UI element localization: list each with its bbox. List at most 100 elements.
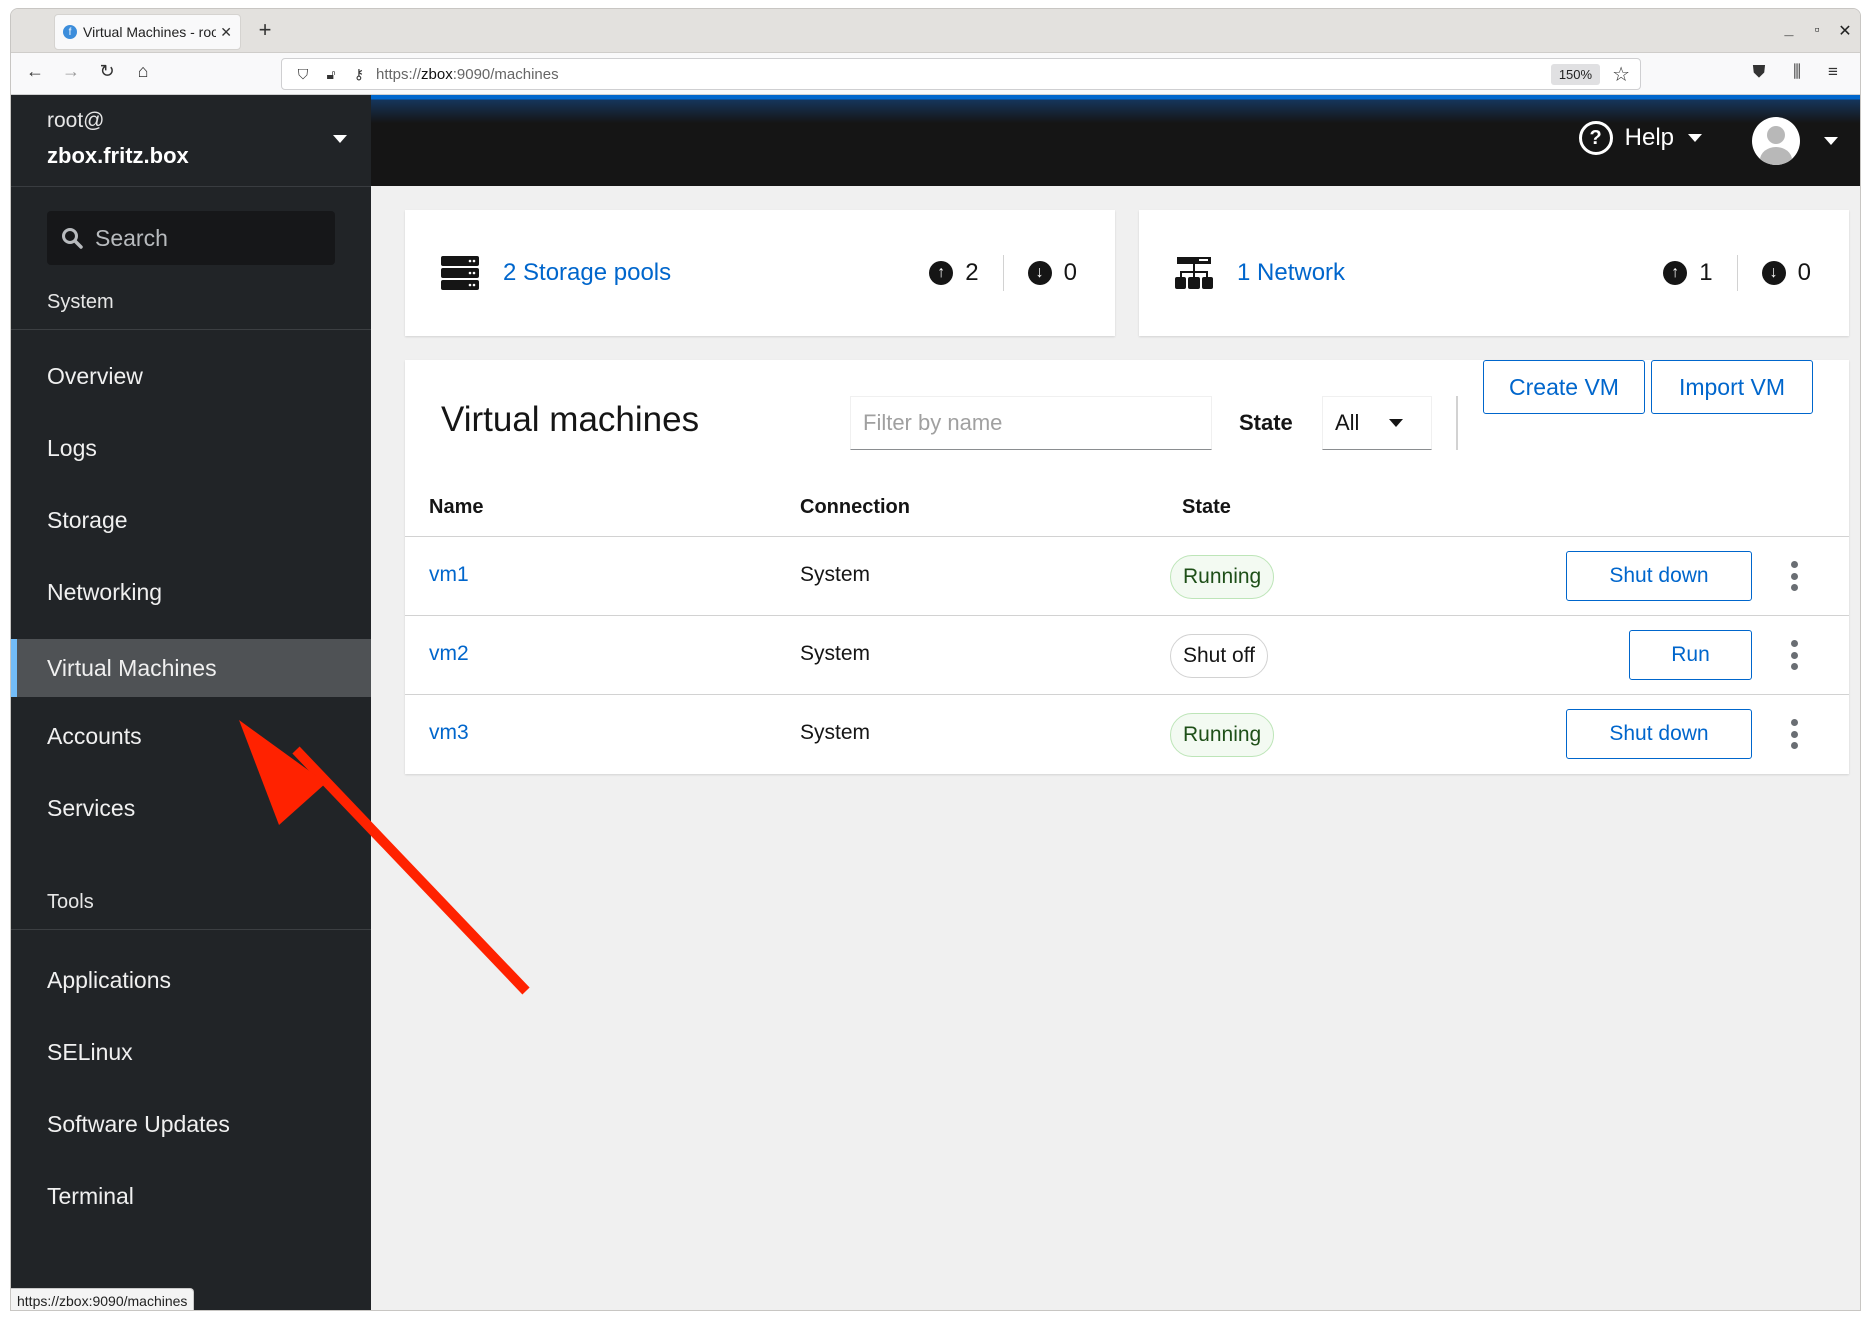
- count-divider: [1002, 255, 1004, 291]
- sidebar-item-networking[interactable]: Networking: [11, 563, 371, 621]
- browser-tab[interactable]: f Virtual Machines - root@zbox ✕: [54, 14, 241, 50]
- maximize-icon[interactable]: ▫: [1806, 21, 1828, 37]
- tab-strip: f Virtual Machines - root@zbox ✕ + _ ▫ ✕: [11, 9, 1860, 53]
- vm-connection: System: [800, 563, 871, 586]
- sidebar-search[interactable]: Search: [47, 211, 335, 265]
- forward-icon[interactable]: →: [57, 61, 85, 82]
- search-placeholder: Search: [95, 224, 168, 251]
- run-button[interactable]: Run: [1629, 630, 1752, 680]
- sidebar-item-applications[interactable]: Applications: [11, 951, 371, 1009]
- toolbar-divider: [1456, 396, 1458, 450]
- arrow-down-circle-icon: ↓: [1027, 261, 1052, 285]
- vm-name-link[interactable]: vm3: [429, 721, 469, 745]
- sidebar-item-software-updates[interactable]: Software Updates: [11, 1095, 371, 1153]
- section-tools: Tools: [47, 891, 94, 913]
- browser-window: f Virtual Machines - root@zbox ✕ + _ ▫ ✕…: [10, 8, 1861, 1311]
- storage-server-icon: [441, 256, 479, 290]
- storage-pool-counts: ↑ 2 ↓ 0: [929, 255, 1077, 291]
- kebab-menu-icon[interactable]: [1787, 719, 1801, 749]
- state-filter-value: All: [1335, 410, 1360, 435]
- vm-connection: System: [800, 721, 871, 744]
- library-icon[interactable]: ⫼: [1784, 62, 1810, 82]
- import-vm-button[interactable]: Import VM: [1651, 360, 1813, 414]
- user-avatar[interactable]: [1752, 117, 1800, 165]
- vm-name-link[interactable]: vm1: [429, 563, 469, 587]
- vm-name-link[interactable]: vm2: [429, 642, 469, 666]
- vm-connection: System: [800, 642, 871, 665]
- sidebar-item-virtual-machines[interactable]: Virtual Machines: [11, 639, 371, 697]
- network-icon: [1175, 257, 1213, 289]
- url-text[interactable]: https://zbox:9090/machines: [376, 66, 1551, 83]
- column-header-name[interactable]: Name: [429, 496, 483, 519]
- storage-pools-link[interactable]: 2 Storage pools: [503, 259, 929, 287]
- caret-down-icon: [1688, 134, 1702, 142]
- network-active-count: 1: [1699, 259, 1713, 286]
- navigation-bar: ← → ↻ ⌂ ⛉ 🔓︎ ⚷ https://zbox:9090/machine…: [11, 53, 1860, 95]
- storage-pools-card: 2 Storage pools ↑ 2 ↓ 0: [405, 210, 1115, 336]
- host-user: root@: [47, 109, 105, 132]
- sidebar-item-services[interactable]: Services: [11, 779, 371, 837]
- home-icon[interactable]: ⌂: [129, 61, 157, 82]
- help-menu[interactable]: ? Help: [1578, 121, 1702, 155]
- sidebar-item-logs[interactable]: Logs: [11, 419, 371, 477]
- network-inactive-count: 0: [1797, 259, 1811, 286]
- host-switcher[interactable]: root@ zbox.fritz.box: [11, 95, 371, 187]
- column-header-state[interactable]: State: [1182, 496, 1231, 519]
- bookmark-star-icon[interactable]: ☆: [1612, 62, 1630, 87]
- virtual-machines-card: Virtual machines Filter by name State Al…: [405, 360, 1849, 774]
- shut-down-button[interactable]: Shut down: [1566, 551, 1752, 601]
- section-system: System: [47, 291, 114, 313]
- section-divider: [11, 929, 371, 930]
- state-filter-select[interactable]: All: [1322, 396, 1432, 450]
- new-tab-button[interactable]: +: [251, 17, 279, 43]
- top-bar: ? Help: [371, 95, 1860, 186]
- networks-link[interactable]: 1 Network: [1237, 259, 1663, 287]
- help-icon: ?: [1578, 121, 1613, 155]
- menu-icon[interactable]: ≡: [1820, 62, 1846, 82]
- user-menu-caret-icon[interactable]: [1824, 137, 1838, 145]
- create-vm-button[interactable]: Create VM: [1483, 360, 1645, 414]
- sidebar-item-terminal[interactable]: Terminal: [11, 1167, 371, 1225]
- tab-title: Virtual Machines - root@zbox: [83, 24, 216, 40]
- sidebar: root@ zbox.fritz.box Search System Overv…: [11, 95, 371, 1310]
- sidebar-item-accounts[interactable]: Accounts: [11, 707, 371, 765]
- help-label: Help: [1624, 124, 1674, 151]
- arrow-up-circle-icon: ↑: [1663, 261, 1688, 285]
- table-row: vm3 System Running Shut down: [405, 694, 1849, 773]
- sidebar-item-storage[interactable]: Storage: [11, 491, 371, 549]
- cockpit-app: root@ zbox.fritz.box Search System Overv…: [11, 95, 1860, 1310]
- avatar-head-icon: [1767, 126, 1785, 144]
- networks-card: 1 Network ↑ 1 ↓ 0: [1139, 210, 1849, 336]
- shut-down-button[interactable]: Shut down: [1566, 709, 1752, 759]
- filter-by-name-input[interactable]: Filter by name: [850, 396, 1212, 450]
- main-content: 2 Storage pools ↑ 2 ↓ 0 1 Network ↑ 1 ↓ …: [371, 186, 1860, 1310]
- reload-icon[interactable]: ↻: [93, 61, 121, 82]
- kebab-menu-icon[interactable]: [1787, 640, 1801, 670]
- pocket-icon[interactable]: ⛊: [1746, 62, 1772, 82]
- zoom-level[interactable]: 150%: [1550, 63, 1601, 85]
- key-icon[interactable]: ⚷: [348, 66, 370, 83]
- shield-icon[interactable]: ⛉: [292, 66, 314, 83]
- section-divider: [11, 329, 371, 330]
- sidebar-item-overview[interactable]: Overview: [11, 347, 371, 405]
- arrow-up-circle-icon: ↑: [929, 261, 954, 285]
- close-window-icon[interactable]: ✕: [1834, 21, 1856, 41]
- fedora-favicon-icon: f: [63, 25, 77, 39]
- link-status-url: https://zbox:9090/machines: [11, 1288, 195, 1310]
- column-header-connection[interactable]: Connection: [800, 496, 910, 519]
- lock-warning-icon[interactable]: 🔓︎: [320, 66, 342, 83]
- back-icon[interactable]: ←: [21, 61, 49, 82]
- table-row: vm2 System Shut off Run: [405, 615, 1849, 694]
- storage-inactive-count: 0: [1063, 259, 1077, 286]
- vm-list-title: Virtual machines: [441, 400, 700, 439]
- vm-state-badge: Shut off: [1170, 634, 1269, 678]
- close-tab-icon[interactable]: ✕: [220, 24, 232, 41]
- avatar-body-icon: [1760, 147, 1792, 165]
- url-bar[interactable]: ⛉ 🔓︎ ⚷ https://zbox:9090/machines 150% ☆: [281, 58, 1641, 90]
- kebab-menu-icon[interactable]: [1787, 561, 1801, 591]
- vm-state-badge: Running: [1170, 713, 1275, 757]
- arrow-down-circle-icon: ↓: [1761, 261, 1786, 285]
- minimize-icon[interactable]: _: [1778, 21, 1800, 39]
- host-name: zbox.fritz.box: [47, 143, 189, 168]
- sidebar-item-selinux[interactable]: SELinux: [11, 1023, 371, 1081]
